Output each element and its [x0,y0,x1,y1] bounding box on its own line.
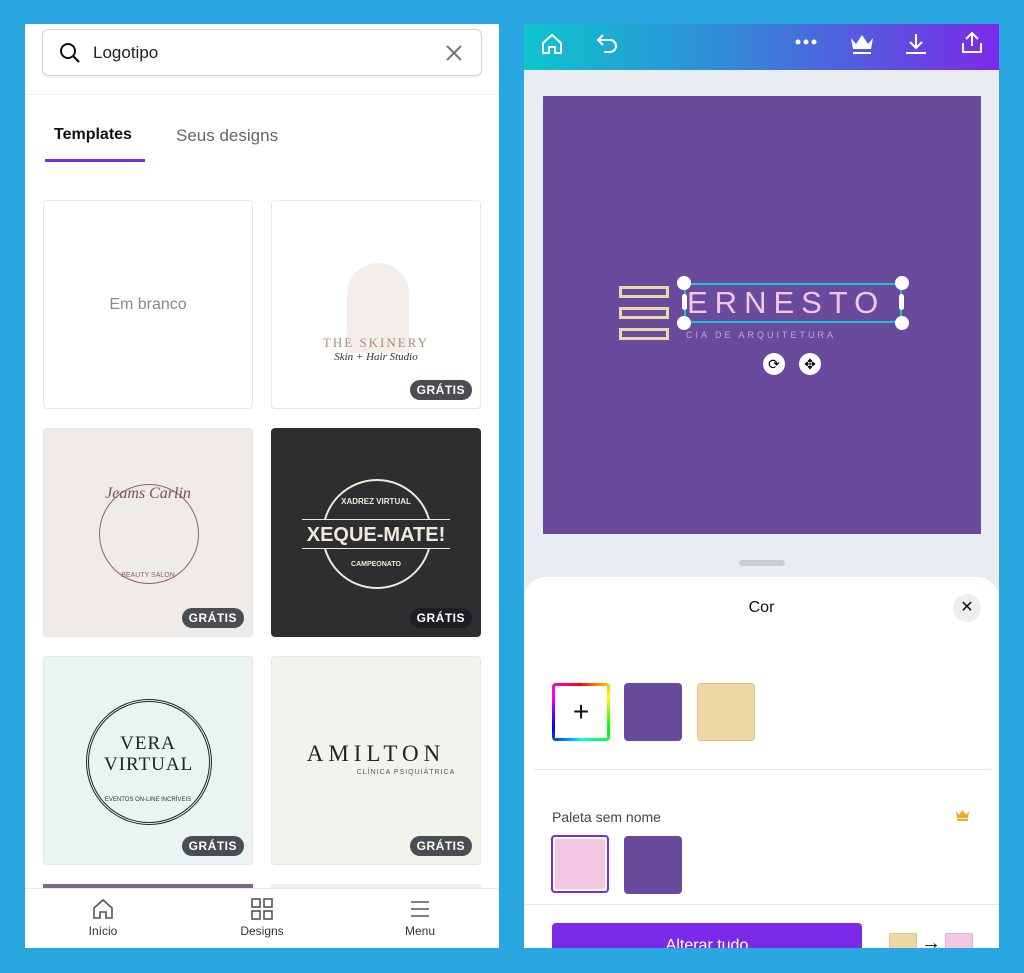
search-value: Logotipo [93,43,159,62]
rotate-icon[interactable]: ⟳ [763,353,785,375]
nav-inicio[interactable]: Início [53,897,153,938]
replace-from-swatch [889,933,917,948]
template-subtitle: BEAUTY SALON [121,572,175,579]
close-icon[interactable]: ✕ [953,594,981,622]
tab-templates[interactable]: Templates [54,126,132,144]
palette-swatch[interactable] [624,836,682,894]
home-icon [93,898,113,919]
logo-bar [619,328,669,340]
nav-label: Início [88,924,118,938]
resize-handle[interactable] [895,276,909,290]
divider [524,904,999,905]
hamburger-icon [411,901,429,917]
design-subtitle-text[interactable]: CIA DE ARQUITETURA [686,330,836,340]
undo-icon[interactable] [596,32,620,54]
color-panel: Cor ✕ + Paleta sem nome Alterar tudo → [524,577,999,948]
template-browser-panel: Logotipo Templates Seus designs Em branc… [25,24,499,948]
free-badge: GRÁTIS [409,380,472,400]
free-badge: GRÁTIS [409,836,472,856]
template-card-vera-virtual[interactable]: VERA VIRTUAL EVENTOS ON-LINE INCRÍVEIS G… [43,656,253,865]
template-subtitle: Skin + Hair Studio [334,351,418,363]
nav-label: Designs [240,924,284,938]
template-card-jeams-carlin[interactable]: Jeams Carlin BEAUTY SALON GRÁTIS [43,428,253,637]
template-subtitle: CLÍNICA PSIQUIÁTRICA [356,769,456,776]
crown-icon [956,810,969,821]
plus-icon: + [555,686,607,738]
document-color-swatch[interactable] [697,683,755,741]
grid-icon [251,898,273,920]
replace-to-swatch [945,933,973,948]
editor-toolbar [524,24,999,70]
download-icon[interactable] [905,32,927,56]
free-badge: GRÁTIS [409,608,472,628]
share-icon[interactable] [960,30,984,54]
side-handle[interactable] [899,294,904,310]
template-top-text: XADREZ VIRTUAL [341,497,411,506]
blank-label: Em branco [109,296,187,313]
nav-menu[interactable]: Menu [370,897,470,938]
template-subtitle: EVENTOS ON-LINE INCRÍVEIS [104,797,192,803]
resize-handle[interactable] [677,316,691,330]
resize-handle[interactable] [895,316,909,330]
search-input[interactable]: Logotipo [42,29,482,76]
divider [534,769,990,770]
resize-handle[interactable] [677,276,691,290]
template-card-skinery[interactable]: THE SKINERY Skin + Hair Studio GRÁTIS [271,200,481,409]
template-card-xeque-mate[interactable]: XADREZ VIRTUAL XEQUE-MATE! CAMPEONATO GR… [271,428,481,637]
add-color-button[interactable]: + [552,683,610,741]
editor-panel: ERNESTO CIA DE ARQUITETURA ⟳ ✥ Cor ✕ + P… [524,24,999,948]
bottom-nav: Início Designs Menu [25,888,499,948]
palette-name: Paleta sem nome [552,809,661,825]
free-badge: GRÁTIS [181,836,244,856]
template-title: THE SKINERY [322,335,430,350]
move-icon[interactable]: ✥ [799,353,821,375]
template-title: XEQUE-MATE! [302,519,450,549]
apply-all-button[interactable]: Alterar tudo [552,923,862,948]
template-card-amilton[interactable]: AMILTON CLÍNICA PSIQUIÁTRICA GRÁTIS [271,656,481,865]
arrow-right-icon: → [921,932,941,948]
logo-bar [619,286,669,298]
template-card-blank[interactable]: Em branco [43,200,253,409]
design-title-text[interactable]: ERNESTO [687,285,885,321]
palette-swatch-selected[interactable] [551,835,609,893]
active-tab-indicator [45,159,145,162]
nav-label: Menu [404,924,436,938]
side-handle[interactable] [682,294,687,310]
more-icon[interactable] [794,38,818,46]
template-title: AMILTON [306,741,446,766]
crown-icon[interactable] [849,32,875,56]
template-bottom-text: CAMPEONATO [351,561,401,568]
logo-bar [619,307,669,319]
tab-seus-designs[interactable]: Seus designs [176,126,278,146]
template-title: Jeams Carlin [105,485,191,502]
divider [25,94,499,95]
nav-designs[interactable]: Designs [212,897,312,938]
template-title: VERA VIRTUAL [104,733,194,775]
drag-handle[interactable] [739,560,785,566]
search-icon [60,43,80,63]
free-badge: GRÁTIS [181,608,244,628]
design-canvas[interactable]: ERNESTO CIA DE ARQUITETURA ⟳ ✥ [543,96,981,534]
document-color-swatch[interactable] [624,683,682,741]
panel-title: Cor [748,599,775,616]
clear-search-icon[interactable] [446,45,462,61]
home-icon[interactable] [540,32,564,56]
